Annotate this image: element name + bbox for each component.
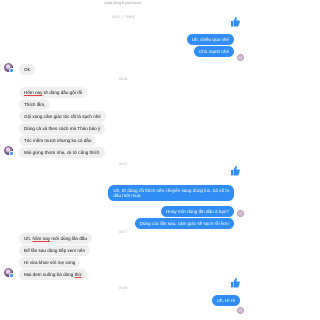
like-thumb-icon[interactable] <box>230 277 240 288</box>
underlined-word: hôm nay <box>32 235 51 241</box>
incoming-message[interactable]: Mai đem xuống bà dùng thử <box>19 269 87 280</box>
contact-avatar[interactable] <box>4 63 14 73</box>
message-text: Mai đem xuống bà dùng <box>24 271 75 277</box>
timestamp: 04:01 <box>118 162 128 166</box>
incoming-message[interactable]: Gội xong cảm giác tóc rất là sạch nhé <box>19 111 106 122</box>
incoming-message[interactable]: Tóc mềm mượt nhưng ko có dầu <box>19 135 97 146</box>
outgoing-message[interactable]: Chủ mạnh nhé <box>193 46 234 57</box>
incoming-message[interactable]: Mùi gừng thơm nhẹ, ck tớ cũng thích <box>19 147 105 158</box>
like-thumb-icon[interactable] <box>230 165 240 176</box>
incoming-message[interactable]: Để lần sau dùng tiếp xem nên <box>19 245 91 256</box>
incoming-message[interactable]: Ok <box>19 64 35 75</box>
outgoing-message[interactable]: Hnay mới dùng lần đầu à bạn? <box>160 206 234 217</box>
message-text: mới dùng lần đầu <box>50 235 88 241</box>
underlined-word: thử <box>74 271 82 277</box>
online-dot <box>9 68 14 73</box>
like-thumb-icon[interactable] <box>230 16 240 27</box>
message-text: tớ dùng dầu gội rồi <box>42 89 83 95</box>
incoming-message[interactable]: Hi vừa khoe với mẹ xong <box>19 257 81 268</box>
timestamp: 03:59 <box>118 286 128 290</box>
timestamp: 03:07, 7 TH8 8 <box>111 15 135 19</box>
underlined-word: Hôm nay <box>24 89 43 95</box>
timestamp: 03:16 <box>118 77 128 81</box>
incoming-message[interactable]: Uh, hôm nay mới dùng lần đầu <box>19 233 93 244</box>
outgoing-message[interactable]: Dùng các lần sau, cảm giác sẽ sạch rồi h… <box>134 218 234 229</box>
contact-status: Hoạt động 8 phút trước <box>104 1 142 5</box>
seen-avatar-icon <box>237 54 244 61</box>
online-dot <box>9 273 14 278</box>
incoming-message[interactable]: Dùng cả xả theo cách mà Thảo bảo ý <box>19 123 106 134</box>
outgoing-message[interactable]: Uh, Hi Hi <box>211 295 240 306</box>
outgoing-message[interactable]: Uh, tớ dùng rồi thích nên chuyển sang dù… <box>108 185 234 201</box>
message-line: dầu mới mua <box>113 193 141 198</box>
contact-avatar[interactable] <box>4 146 14 156</box>
contact-avatar[interactable] <box>4 268 14 278</box>
incoming-message[interactable]: Hôm nay tớ dùng dầu gội rồi <box>19 87 88 98</box>
seen-avatar-icon <box>237 210 244 217</box>
outgoing-message[interactable]: Uh, chiều qua nhé <box>186 34 234 45</box>
online-dot <box>9 151 14 156</box>
seen-avatar-icon <box>237 307 244 314</box>
incoming-message[interactable]: Thích lắm, <box>19 99 51 110</box>
